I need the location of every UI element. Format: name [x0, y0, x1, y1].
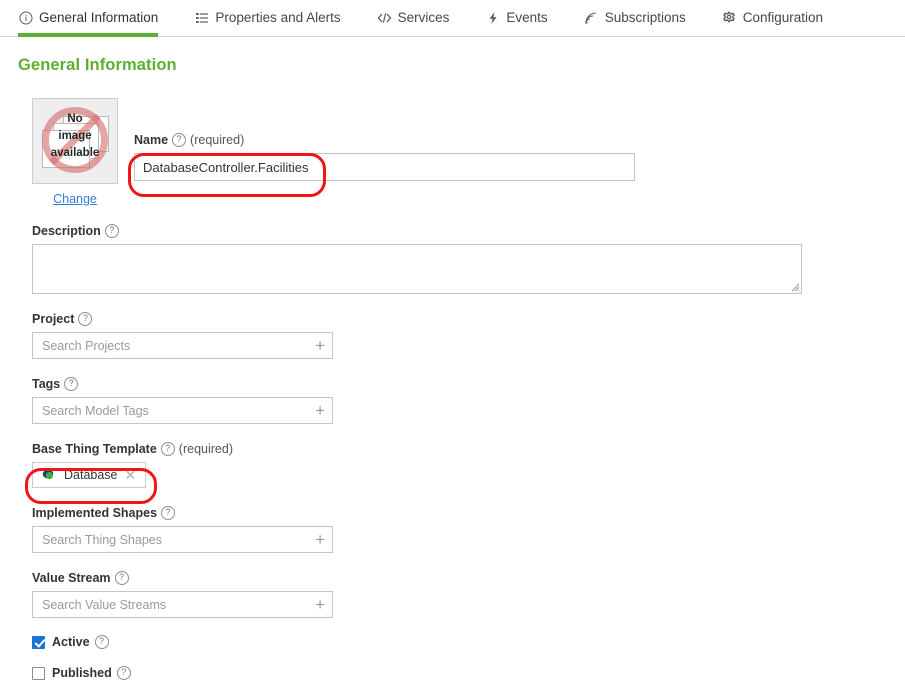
tags-placeholder: Search Model Tags	[42, 403, 149, 418]
list-icon	[194, 11, 209, 26]
plus-icon[interactable]: +	[315, 337, 325, 354]
question-mark-icon[interactable]: ?	[104, 224, 119, 238]
tab-label: Events	[506, 10, 548, 26]
code-brackets-icon	[377, 11, 392, 26]
description-field-group: Description ?	[32, 224, 905, 294]
info-circle-icon	[18, 11, 33, 26]
active-checkbox-row: Active ?	[32, 635, 905, 649]
project-field-group: Project ? Search Projects +	[32, 312, 905, 359]
project-label-text: Project	[32, 312, 75, 326]
name-required-text: (required)	[190, 133, 245, 147]
description-label: Description ?	[32, 224, 905, 238]
tab-configuration[interactable]: Configuration	[722, 0, 839, 36]
tab-label: Properties and Alerts	[215, 10, 341, 26]
active-checkbox[interactable]	[32, 635, 45, 649]
name-field-group: Name ? (required)	[134, 98, 635, 181]
tab-general-information[interactable]: General Information	[18, 0, 174, 37]
name-label-text: Name	[134, 133, 169, 147]
published-checkbox[interactable]	[32, 666, 45, 680]
question-mark-icon[interactable]: ?	[160, 442, 175, 456]
close-icon[interactable]: ✕	[125, 468, 137, 482]
tab-label: Services	[397, 10, 450, 26]
plus-icon[interactable]: +	[315, 531, 325, 548]
question-mark-icon[interactable]: ?	[114, 571, 129, 585]
value-stream-field-group: Value Stream ? Search Value Streams +	[32, 571, 905, 618]
description-textarea[interactable]	[32, 244, 802, 294]
published-label-text: Published	[52, 666, 112, 680]
tab-subscriptions[interactable]: Subscriptions	[584, 0, 702, 36]
gear-icon	[722, 11, 737, 26]
base-thing-template-chip[interactable]: Database ✕	[32, 462, 147, 488]
implemented-shapes-search-input[interactable]: Search Thing Shapes +	[32, 526, 333, 553]
question-mark-icon[interactable]: ?	[94, 635, 109, 649]
published-label: Published ?	[52, 666, 131, 680]
no-image-line-1: No	[67, 113, 83, 125]
tab-bar: General Information Properties and Alert…	[0, 0, 905, 37]
tab-label: Subscriptions	[604, 10, 686, 26]
thumbnail-column: No image available Change	[32, 98, 120, 206]
tags-search-input[interactable]: Search Model Tags +	[32, 397, 333, 424]
tab-label: General Information	[39, 10, 159, 26]
question-mark-icon[interactable]: ?	[64, 377, 79, 391]
tab-properties-and-alerts[interactable]: Properties and Alerts	[194, 0, 356, 36]
page-title: General Information	[18, 56, 177, 74]
tags-field-group: Tags ? Search Model Tags +	[32, 377, 905, 424]
tab-events[interactable]: Events	[485, 0, 563, 36]
change-image-link[interactable]: Change	[32, 192, 118, 206]
question-mark-icon[interactable]: ?	[116, 666, 131, 680]
project-placeholder: Search Projects	[42, 338, 131, 353]
implemented-shapes-field-group: Implemented Shapes ? Search Thing Shapes…	[32, 506, 905, 553]
no-image-line-3: available	[50, 147, 100, 159]
project-search-input[interactable]: Search Projects +	[32, 332, 333, 359]
active-label: Active ?	[52, 635, 109, 649]
base-thing-template-label: Base Thing Template ? (required)	[32, 442, 905, 456]
database-entity-icon	[41, 468, 57, 482]
tab-label: Configuration	[742, 10, 824, 26]
base-thing-template-value: Database ✕	[32, 462, 905, 488]
question-mark-icon[interactable]: ?	[161, 506, 176, 520]
signal-waves-icon	[584, 11, 599, 26]
entity-image-thumbnail[interactable]: No image available	[32, 98, 118, 184]
no-image-available-text: No image available	[33, 111, 117, 162]
value-stream-label-text: Value Stream	[32, 571, 111, 585]
thumbnail-and-name-row: No image available Change Name ? (requir…	[32, 98, 905, 206]
value-stream-search-input[interactable]: Search Value Streams +	[32, 591, 333, 618]
implemented-shapes-label-text: Implemented Shapes	[32, 506, 158, 520]
question-mark-icon[interactable]: ?	[78, 312, 93, 326]
name-input[interactable]	[134, 153, 635, 181]
tags-label-text: Tags	[32, 377, 61, 391]
plus-icon[interactable]: +	[315, 596, 325, 613]
chip-label: Database	[64, 468, 118, 482]
project-label: Project ?	[32, 312, 905, 326]
value-stream-label: Value Stream ?	[32, 571, 905, 585]
base-thing-template-required-text: (required)	[178, 442, 233, 456]
tags-label: Tags ?	[32, 377, 905, 391]
question-mark-icon[interactable]: ?	[172, 133, 187, 147]
tab-services[interactable]: Services	[377, 0, 466, 36]
description-label-text: Description	[32, 224, 101, 238]
implemented-shapes-placeholder: Search Thing Shapes	[42, 532, 162, 547]
general-information-form: No image available Change Name ? (requir…	[32, 98, 905, 680]
no-image-line-2: image	[58, 130, 92, 142]
implemented-shapes-label: Implemented Shapes ?	[32, 506, 905, 520]
base-thing-template-label-text: Base Thing Template	[32, 442, 157, 456]
description-textarea-wrapper	[32, 244, 802, 294]
published-checkbox-row: Published ?	[32, 666, 905, 680]
name-label: Name ? (required)	[134, 133, 635, 147]
value-stream-placeholder: Search Value Streams	[42, 597, 167, 612]
active-label-text: Active	[52, 635, 90, 649]
lightning-bolt-icon	[485, 11, 500, 26]
base-thing-template-field-group: Base Thing Template ? (required) Databas…	[32, 442, 905, 488]
plus-icon[interactable]: +	[315, 402, 325, 419]
